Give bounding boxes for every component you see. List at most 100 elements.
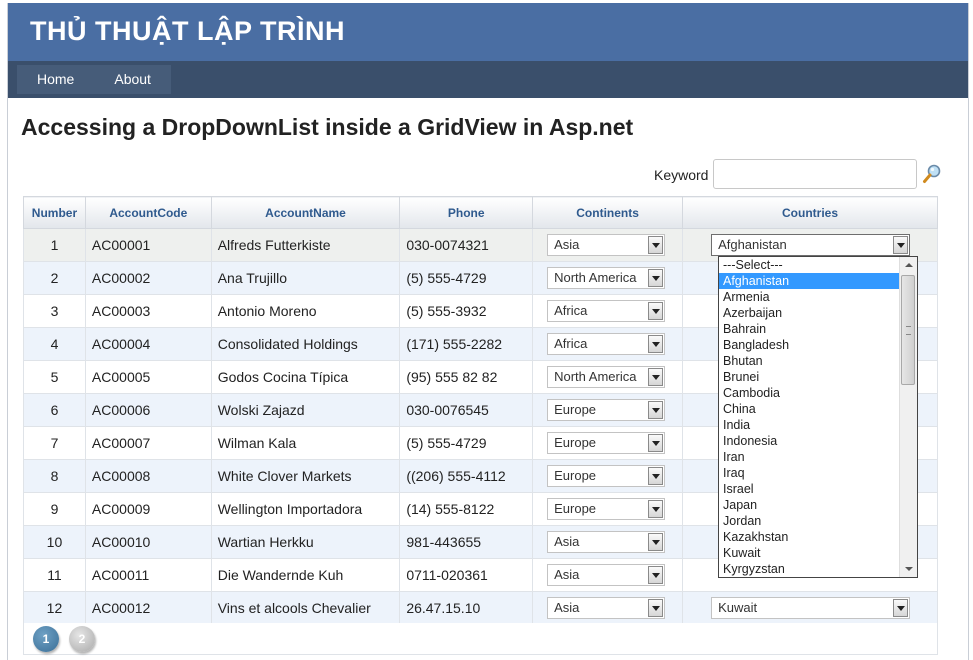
chevron-down-icon[interactable] [648, 269, 664, 287]
chevron-down-icon[interactable] [648, 533, 664, 551]
continent-select[interactable]: Asia [547, 597, 666, 619]
dropdown-option[interactable]: ---Select--- [719, 257, 917, 273]
dropdown-option[interactable]: Brunei [719, 369, 917, 385]
chevron-down-icon[interactable] [648, 434, 664, 452]
continent-select[interactable]: Europe [547, 498, 666, 520]
cell-country: Kuwait [682, 591, 938, 625]
chevron-down-icon[interactable] [648, 500, 664, 518]
continent-select[interactable]: Africa [547, 300, 666, 322]
cell-phone: (5) 555-4729 [399, 261, 534, 295]
scroll-up-arrow-icon[interactable] [900, 257, 917, 274]
continent-select[interactable]: Asia [547, 531, 666, 553]
cell-phone: 030-0076545 [399, 393, 534, 427]
cell-account-code: AC00001 [84, 228, 212, 262]
scrollbar-thumb[interactable] [901, 275, 915, 385]
dropdown-option[interactable]: Bhutan [719, 353, 917, 369]
cell-account-name: Godos Cocina Típica [210, 360, 401, 394]
cell-phone: 26.47.15.10 [399, 591, 534, 625]
cell-number: 5 [23, 360, 86, 394]
dropdown-option[interactable]: Azerbaijan [719, 305, 917, 321]
dropdown-option-highlighted[interactable]: Afghanistan [719, 273, 917, 289]
column-header-accountname[interactable]: AccountName [210, 196, 401, 229]
chevron-down-icon[interactable] [648, 467, 664, 485]
continent-select-value: Europe [554, 435, 597, 450]
country-select[interactable]: Afghanistan [711, 234, 911, 256]
dropdown-option[interactable]: Bahrain [719, 321, 917, 337]
menu-item-about[interactable]: About [94, 65, 171, 94]
chevron-down-icon[interactable] [648, 236, 664, 254]
dropdown-option[interactable]: Jordan [719, 513, 917, 529]
dropdown-option[interactable]: Bangladesh [719, 337, 917, 353]
dropdown-option[interactable]: India [719, 417, 917, 433]
cell-account-name: Wellington Importadora [210, 492, 401, 526]
cell-continent: Africa [532, 294, 684, 328]
chevron-down-icon[interactable] [893, 236, 909, 254]
dropdown-option[interactable]: Indonesia [719, 433, 917, 449]
cell-phone: 0711-020361 [399, 558, 534, 592]
keyword-input[interactable] [713, 159, 917, 189]
cell-number: 2 [23, 261, 86, 295]
dropdown-option[interactable]: Kazakhstan [719, 529, 917, 545]
cell-continent: North America [532, 360, 684, 394]
continent-select[interactable]: Asia [547, 564, 666, 586]
dropdown-option[interactable]: Iran [719, 449, 917, 465]
cell-phone: 981-443655 [399, 525, 534, 559]
cell-account-name: Consolidated Holdings [210, 327, 401, 361]
dropdown-option[interactable]: Kyrgyzstan [719, 561, 917, 577]
menu-item-home[interactable]: Home [17, 65, 94, 94]
continent-select[interactable]: North America [547, 267, 666, 289]
cell-number: 9 [23, 492, 86, 526]
continent-select[interactable]: Europe [547, 465, 666, 487]
chevron-down-icon[interactable] [648, 566, 664, 584]
continent-select-value: Europe [554, 501, 597, 516]
chevron-down-icon[interactable] [893, 599, 909, 617]
continent-select[interactable]: Europe [547, 399, 666, 421]
chevron-down-icon[interactable] [648, 401, 664, 419]
continent-select[interactable]: Asia [547, 234, 666, 256]
cell-continent: Asia [532, 558, 684, 592]
dropdown-option[interactable]: Japan [719, 497, 917, 513]
dropdown-option[interactable]: China [719, 401, 917, 417]
cell-account-name: White Clover Markets [210, 459, 401, 493]
cell-continent: Asia [532, 525, 684, 559]
country-dropdown-list[interactable]: ---Select--- Afghanistan Armenia Azerbai… [718, 256, 918, 578]
cell-account-code: AC00008 [84, 459, 212, 493]
chevron-down-icon[interactable] [648, 302, 664, 320]
pager-page-link[interactable]: 2 [69, 626, 95, 652]
chevron-down-icon[interactable] [648, 599, 664, 617]
column-header-number[interactable]: Number [23, 196, 86, 229]
magnifier-icon[interactable] [922, 163, 942, 185]
scroll-down-arrow-icon[interactable] [900, 560, 917, 577]
cell-account-code: AC00003 [84, 294, 212, 328]
cell-phone: (171) 555-2282 [399, 327, 534, 361]
cell-number: 1 [23, 228, 86, 262]
column-header-phone[interactable]: Phone [399, 196, 534, 229]
column-header-countries[interactable]: Countries [682, 196, 938, 229]
cell-phone: (5) 555-4729 [399, 426, 534, 460]
dropdown-option[interactable]: Iraq [719, 465, 917, 481]
dropdown-option[interactable]: Kuwait [719, 545, 917, 561]
cell-number: 4 [23, 327, 86, 361]
chevron-down-icon[interactable] [648, 368, 664, 386]
country-select[interactable]: Kuwait [711, 597, 911, 619]
cell-continent: Asia [532, 228, 684, 262]
cell-phone: ((206) 555-4112 [399, 459, 534, 493]
continent-select[interactable]: Africa [547, 333, 666, 355]
pager-page-current[interactable]: 1 [33, 626, 59, 652]
cell-account-name: Vins et alcools Chevalier [210, 591, 401, 625]
cell-continent: Asia [532, 591, 684, 625]
cell-account-name: Wartian Herkku [210, 525, 401, 559]
dropdown-scrollbar[interactable] [899, 257, 917, 577]
chevron-down-icon[interactable] [648, 335, 664, 353]
dropdown-option[interactable]: Israel [719, 481, 917, 497]
dropdown-option[interactable]: Cambodia [719, 385, 917, 401]
cell-continent: Europe [532, 426, 684, 460]
continent-select[interactable]: North America [547, 366, 666, 388]
column-header-accountcode[interactable]: AccountCode [84, 196, 212, 229]
column-header-continents[interactable]: Continents [532, 196, 684, 229]
dropdown-option[interactable]: Armenia [719, 289, 917, 305]
country-select-value: Kuwait [718, 600, 758, 615]
continent-select[interactable]: Europe [547, 432, 666, 454]
continent-select-value: Asia [554, 567, 580, 582]
cell-account-code: AC00011 [84, 558, 212, 592]
